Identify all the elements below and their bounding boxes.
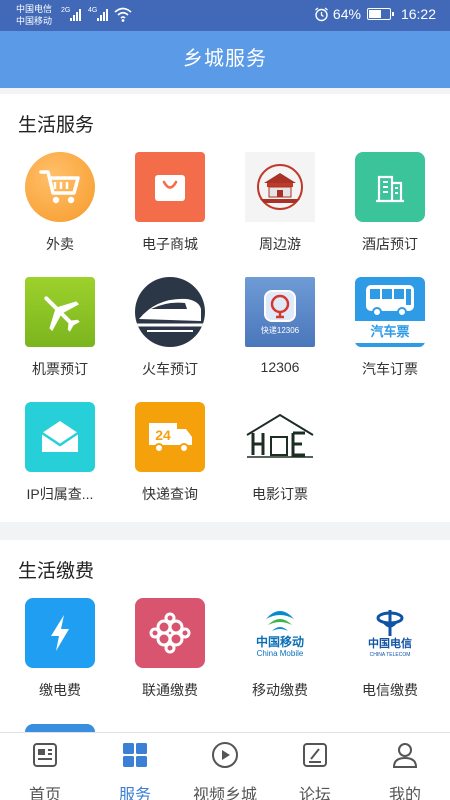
icon-subtext: China Mobile (256, 649, 304, 658)
service-ip-lookup[interactable]: IP归属查... (5, 402, 115, 504)
carrier-info: 中国电信 中国移动 (16, 3, 52, 27)
service-nearby-travel[interactable]: 周边游 (225, 152, 335, 254)
service-express[interactable]: 24 快递查询 (115, 402, 225, 504)
service-bus-ticket[interactable]: 汽车票 汽车订票 (335, 277, 445, 379)
user-icon (392, 743, 418, 768)
partial-tile-icon (25, 724, 95, 732)
payment-label: 缴电费 (39, 682, 81, 698)
payments-section: 生活缴费 缴电费 联通缴费 中国移动 China Mobile 移动缴费 中国电… (0, 540, 450, 732)
lightning-icon (25, 598, 95, 668)
shopping-bag-icon (135, 152, 205, 222)
service-takeout[interactable]: 外卖 (5, 152, 115, 254)
news-icon (33, 743, 57, 767)
envelope-icon (25, 402, 95, 472)
service-label: 机票预订 (32, 361, 88, 377)
wifi-icon (114, 7, 132, 22)
cart-icon (25, 152, 95, 222)
play-icon (212, 742, 238, 768)
railway-12306-icon: 快递12306 (245, 277, 315, 347)
service-mall[interactable]: 电子商城 (115, 152, 225, 254)
service-flight[interactable]: 机票预订 (5, 277, 115, 379)
service-12306[interactable]: 快递12306 12306 (225, 277, 335, 375)
china-mobile-icon: 中国移动 China Mobile (245, 598, 315, 668)
delivery-truck-icon: 24 (135, 402, 205, 472)
icon-text: 中国电信 (368, 637, 412, 650)
page-title: 乡城服务 (0, 31, 450, 88)
status-bar: 中国电信 中国移动 2G 4G 64% 16:22 (0, 0, 450, 31)
tab-services[interactable]: 服务 (90, 733, 180, 800)
icon-text: 汽车票 (355, 321, 425, 343)
battery-icon (366, 8, 394, 20)
alarm-icon (315, 6, 328, 21)
airplane-icon (25, 277, 95, 347)
payment-electricity[interactable]: 缴电费 (5, 598, 115, 700)
payment-china-mobile[interactable]: 中国移动 China Mobile 移动缴费 (225, 598, 335, 700)
tab-video[interactable]: 视频乡城 (180, 733, 270, 800)
status-right: 64% 16:22 (314, 6, 436, 22)
train-icon (135, 277, 205, 347)
clock: 16:22 (400, 6, 436, 22)
tab-forum[interactable]: 论坛 (270, 733, 360, 800)
unicom-knot-icon (135, 598, 205, 668)
battery-percent: 64% (332, 6, 361, 22)
gate-tower-icon (245, 152, 315, 222)
service-label: 外卖 (46, 236, 74, 252)
tab-home[interactable]: 首页 (0, 733, 90, 800)
tab-label: 首页 (28, 787, 61, 800)
icon-text: 中国移动 (255, 635, 304, 649)
grid-icon (123, 743, 147, 767)
service-label: 汽车订票 (362, 361, 418, 377)
network-type-2: 4G (88, 7, 98, 14)
icon-subtext: CHINA TELECOM (369, 651, 411, 658)
bus-icon: 汽车票 (355, 277, 425, 347)
building-icon (355, 152, 425, 222)
icon-text: 24 (155, 427, 171, 443)
carrier-1: 中国电信 (16, 4, 53, 14)
house-logo-icon (245, 402, 315, 472)
service-train[interactable]: 火车预订 (115, 277, 225, 379)
payment-china-telecom[interactable]: 中国电信 CHINA TELECOM 电信缴费 (335, 598, 445, 700)
section-title: 生活服务 (18, 115, 95, 136)
service-label: 火车预订 (142, 361, 198, 377)
edit-icon (303, 743, 327, 767)
signal-icon (70, 9, 81, 21)
service-label: 周边游 (259, 236, 301, 252)
service-hotel[interactable]: 酒店预订 (335, 152, 445, 254)
payment-label: 移动缴费 (252, 682, 308, 698)
service-label: 酒店预订 (362, 236, 418, 252)
service-label: 12306 (260, 359, 300, 375)
tab-label: 视频乡城 (192, 787, 257, 800)
carrier-2: 中国移动 (16, 16, 53, 26)
service-movie[interactable]: 电影订票 (225, 402, 335, 504)
icon-text: 快递12306 (260, 325, 300, 335)
payment-label: 联通缴费 (142, 682, 198, 698)
service-label: 电子商城 (142, 236, 198, 252)
bottom-tab-bar: 首页 服务 视频乡城 论坛 我的 (0, 732, 450, 800)
service-label: 电影订票 (252, 486, 308, 502)
section-title: 生活缴费 (18, 561, 95, 582)
tab-label: 服务 (118, 787, 151, 800)
payment-unicom[interactable]: 联通缴费 (115, 598, 225, 700)
network-type-1: 2G (61, 7, 71, 14)
tab-profile[interactable]: 我的 (360, 733, 450, 800)
service-label: 快递查询 (142, 486, 198, 502)
tab-label: 论坛 (298, 787, 331, 800)
china-telecom-icon: 中国电信 CHINA TELECOM (355, 598, 425, 668)
life-services-section: 生活服务 外卖 电子商城 周边游 酒店预订 机票预订 火车预订 快递12306 … (0, 94, 450, 522)
service-label: IP归属查... (26, 486, 94, 502)
tab-label: 我的 (388, 787, 421, 800)
payment-label: 电信缴费 (362, 682, 418, 698)
signal-icon (97, 9, 108, 21)
